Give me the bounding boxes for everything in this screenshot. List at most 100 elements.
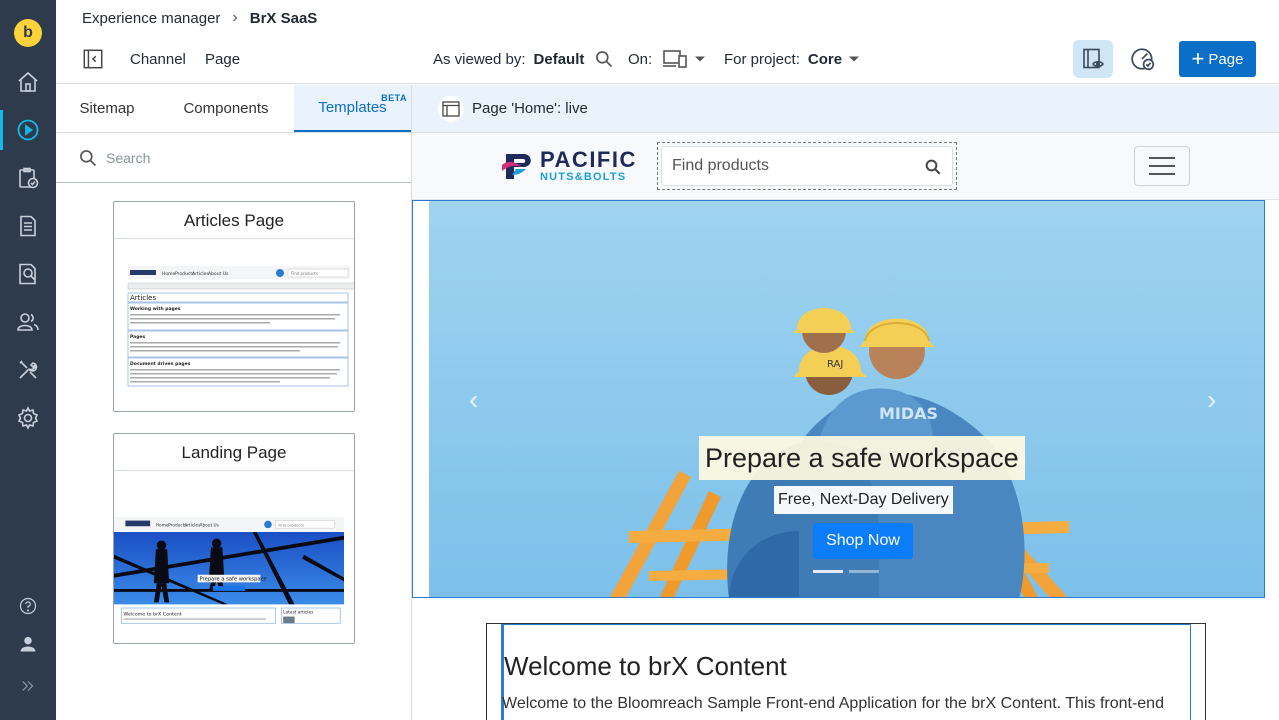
channel-menu[interactable]: Channel xyxy=(130,36,186,82)
template-card-landing[interactable]: Landing Page Home Products Articles Abou… xyxy=(113,433,355,644)
rail-settings[interactable] xyxy=(0,394,56,442)
welcome-content-container[interactable]: Welcome to brX Content Welcome to the Bl… xyxy=(486,623,1206,720)
preview-icon xyxy=(1083,48,1104,69)
template-title: Articles Page xyxy=(114,202,354,239)
project-selector[interactable]: For project: Core xyxy=(724,36,860,82)
welcome-text: Welcome to the Bloomreach Sample Front-e… xyxy=(502,695,1164,712)
experience-manager-icon xyxy=(17,119,39,141)
menu-icon-bar xyxy=(1149,173,1175,175)
chevron-right-icon: › xyxy=(232,9,238,26)
breadcrumb: Experience manager › BrX SaaS xyxy=(56,0,1279,36)
svg-text:Find products: Find products xyxy=(291,271,318,276)
landing-thumbnail: Home Products Articles About Us Find pro… xyxy=(114,516,344,624)
settings-icon xyxy=(17,406,39,430)
home-icon xyxy=(18,71,38,92)
svg-text:Articles: Articles xyxy=(130,294,156,302)
rail-content-search[interactable] xyxy=(0,250,56,298)
audiences-icon xyxy=(17,313,39,331)
carousel-next-arrow[interactable]: › xyxy=(1207,384,1216,416)
svg-text:Find products: Find products xyxy=(278,522,304,527)
template-search[interactable]: Search xyxy=(56,133,411,183)
site-header: PACIFIC NUTS&BOLTS Find products xyxy=(412,134,1279,200)
rail-user[interactable] xyxy=(0,620,56,668)
rail-projects[interactable] xyxy=(0,154,56,202)
viewed-by-selector[interactable]: As viewed by: Default xyxy=(433,36,614,82)
welcome-title: Welcome to brX Content xyxy=(504,651,787,681)
performance-button[interactable] xyxy=(1123,40,1163,78)
svg-text:Home: Home xyxy=(162,271,176,277)
rail-audiences[interactable] xyxy=(0,298,56,346)
project-label: For project: xyxy=(724,50,800,68)
svg-text:Prepare a safe workspace: Prepare a safe workspace xyxy=(200,576,267,582)
svg-text:RAJ: RAJ xyxy=(827,359,843,370)
hamburger-menu-button[interactable] xyxy=(1134,146,1190,186)
hero-carousel[interactable]: RAJ MIDAS ‹ › Prepare a safe workspace F… xyxy=(412,200,1265,598)
gauge-icon xyxy=(1131,48,1155,71)
view-mode-button[interactable] xyxy=(1073,40,1113,78)
svg-text:Pages: Pages xyxy=(130,334,145,340)
device-selector[interactable]: On: xyxy=(628,36,706,82)
articles-thumbnail: Home Products Articles About Us Find pro… xyxy=(127,266,354,406)
page-status-bar: Page 'Home': live xyxy=(412,85,1279,133)
svg-text:About Us: About Us xyxy=(200,522,220,528)
user-icon xyxy=(20,636,36,652)
tab-components[interactable]: Components xyxy=(166,85,286,132)
devices-icon xyxy=(663,50,687,68)
template-title: Landing Page xyxy=(114,434,354,471)
plus-icon: + xyxy=(1191,46,1205,71)
add-page-button[interactable]: + Page xyxy=(1179,41,1256,77)
content-icon xyxy=(20,215,36,237)
product-search-component[interactable]: Find products xyxy=(657,142,957,190)
search-icon[interactable] xyxy=(594,49,614,69)
rail-expand[interactable] xyxy=(0,662,56,710)
collapse-panel-button[interactable] xyxy=(82,36,104,82)
carousel-indicator-2[interactable] xyxy=(849,570,879,573)
svg-text:Working with pages: Working with pages xyxy=(130,306,181,312)
hero-subtitle: Free, Next-Day Delivery xyxy=(774,486,953,514)
svg-text:Document driven pages: Document driven pages xyxy=(130,361,191,367)
menu-icon-bar xyxy=(1149,157,1175,159)
chevron-down-icon xyxy=(849,56,860,62)
product-search-input[interactable]: Find products xyxy=(672,157,769,175)
project-value: Core xyxy=(807,50,843,68)
carousel-indicator-1[interactable] xyxy=(813,570,843,573)
svg-text:Welcome to brX Content: Welcome to brX Content xyxy=(124,612,182,618)
admin-tools-icon xyxy=(19,360,38,379)
carousel-prev-arrow[interactable]: ‹ xyxy=(469,384,478,416)
rail-admin-tools[interactable] xyxy=(0,346,56,394)
tab-sitemap[interactable]: Sitemap xyxy=(56,85,158,132)
bloomreach-logo[interactable]: b xyxy=(14,19,42,47)
on-label: On: xyxy=(628,50,653,68)
page-menu[interactable]: Page xyxy=(205,36,240,82)
rail-home[interactable] xyxy=(0,58,56,106)
collapse-panel-icon xyxy=(83,49,103,69)
breadcrumb-current: BrX SaaS xyxy=(249,9,318,27)
svg-text:Latest articles: Latest articles xyxy=(283,610,314,616)
page-info-button[interactable] xyxy=(438,95,464,122)
shop-now-button[interactable]: Shop Now xyxy=(813,523,913,559)
chevron-down-icon xyxy=(695,56,706,62)
menu-icon-bar xyxy=(1149,165,1175,167)
pacific-logo[interactable]: PACIFIC NUTS&BOLTS xyxy=(502,149,637,183)
page-layout-icon xyxy=(442,100,460,117)
hero-title: Prepare a safe workspace xyxy=(699,436,1025,480)
breadcrumb-root[interactable]: Experience manager xyxy=(82,10,220,27)
hero-slide: RAJ MIDAS ‹ › Prepare a safe workspace F… xyxy=(429,201,1264,597)
beta-badge: BETA xyxy=(381,93,407,103)
tab-templates-label: Templates xyxy=(318,99,387,116)
toolbar: Channel Page As viewed by: Default On: F… xyxy=(56,36,1279,84)
welcome-content-component[interactable]: Welcome to brX Content Welcome to the Bl… xyxy=(501,624,1191,720)
search-icon[interactable] xyxy=(924,158,942,176)
rail-experience-manager[interactable] xyxy=(0,106,56,154)
svg-text:Home: Home xyxy=(156,522,169,528)
tab-templates[interactable]: Templates BETA xyxy=(294,85,411,132)
add-page-label: Page xyxy=(1208,50,1244,68)
rail-content[interactable] xyxy=(0,202,56,250)
projects-icon xyxy=(19,167,39,189)
template-card-articles[interactable]: Articles Page Home Products Articles Abo… xyxy=(113,201,355,412)
pacific-logo-mark xyxy=(502,154,531,179)
search-icon xyxy=(80,149,97,166)
content-search-icon xyxy=(19,263,36,285)
svg-text:Articles: Articles xyxy=(184,522,201,528)
search-input[interactable]: Search xyxy=(106,150,150,166)
